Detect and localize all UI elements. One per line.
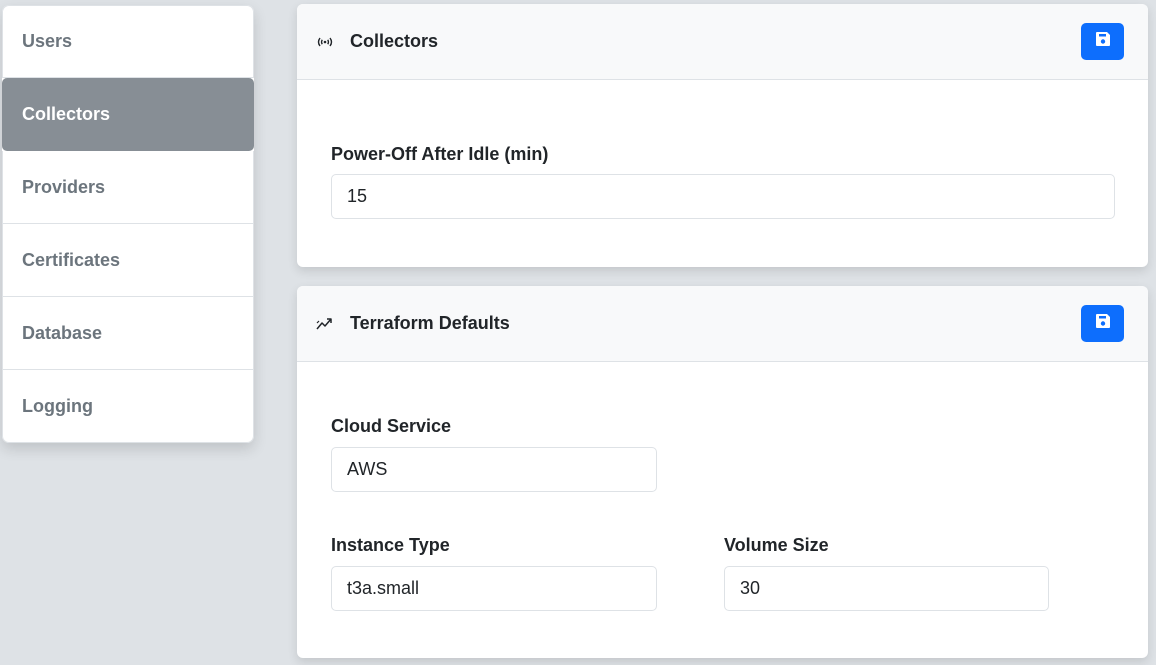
collectors-card: Collectors Power-Off After Idle (min) 15 (297, 4, 1148, 267)
sidebar-item-users[interactable]: Users (2, 5, 254, 78)
sidebar-item-providers[interactable]: Providers (2, 151, 254, 224)
instance-type-label: Instance Type (331, 535, 450, 555)
cloud-service-label: Cloud Service (331, 416, 452, 436)
sidebar-item-logging[interactable]: Logging (2, 370, 254, 443)
terraform-defaults-card: Terraform Defaults Cloud Service AWS Ins… (297, 286, 1148, 658)
sidebar-item-collectors[interactable]: Collectors (2, 78, 254, 151)
card-title: Terraform Defaults (350, 313, 510, 333)
power-off-input[interactable]: 15 (331, 174, 1115, 219)
instance-type-input[interactable]: t3a.small (331, 566, 657, 611)
settings-sidebar: Users Collectors Providers Certificates … (2, 5, 254, 443)
sidebar-item-database[interactable]: Database (2, 297, 254, 370)
collectors-card-header: Collectors (297, 4, 1148, 80)
sidebar-item-label: Collectors (22, 103, 111, 124)
terraform-card-header: Terraform Defaults (297, 286, 1148, 362)
graph-trend-icon (316, 315, 338, 333)
broadcast-icon (316, 33, 338, 51)
sidebar-item-certificates[interactable]: Certificates (2, 224, 254, 297)
card-title: Collectors (350, 31, 439, 51)
sidebar-item-label: Logging (22, 395, 93, 416)
cloud-service-input[interactable]: AWS (331, 447, 657, 492)
sidebar-item-label: Users (22, 31, 73, 51)
sidebar-item-label: Providers (22, 176, 106, 197)
volume-size-label: Volume Size (724, 535, 829, 555)
sidebar-item-label: Certificates (22, 249, 121, 270)
save-terraform-button[interactable] (1081, 305, 1124, 342)
power-off-label: Power-Off After Idle (min) (331, 144, 549, 164)
floppy-disk-icon (1095, 313, 1111, 334)
sidebar-item-label: Database (22, 322, 103, 343)
floppy-disk-icon (1095, 31, 1111, 52)
volume-size-input[interactable]: 30 (724, 566, 1049, 611)
save-collectors-button[interactable] (1081, 23, 1124, 60)
